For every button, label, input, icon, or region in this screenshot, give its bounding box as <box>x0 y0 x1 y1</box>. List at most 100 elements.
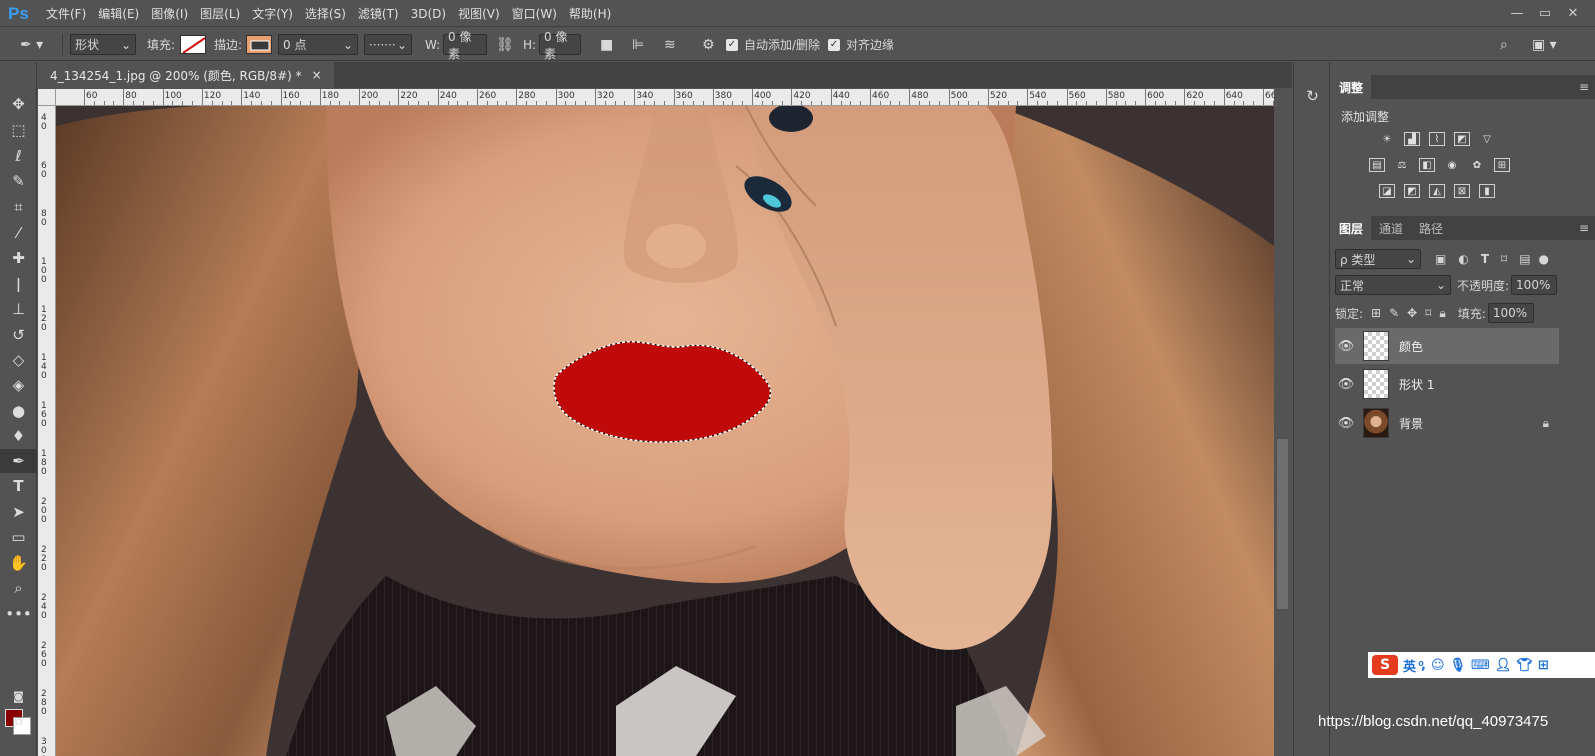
lock-image-icon[interactable]: ✎ <box>1389 306 1399 320</box>
lock-artboard-icon[interactable]: ⌑ <box>1425 306 1431 320</box>
workspace-icon[interactable]: ▣ ▾ <box>1532 34 1557 55</box>
eye-icon[interactable]: 👁︎ <box>1335 339 1357 354</box>
quick-selection-tool-icon[interactable]: ✎ <box>0 169 37 193</box>
tool-mode-select[interactable]: 形状 ⌄ <box>70 34 136 55</box>
eyedropper-tool-icon[interactable]: ⁄ <box>0 221 37 245</box>
menu-image[interactable]: 图像(I) <box>151 5 188 22</box>
punctuation-icon[interactable]: ͦ, <box>1421 657 1426 673</box>
brush-tool-icon[interactable]: ǀ <box>0 272 37 296</box>
opacity-input[interactable]: 100% <box>1511 275 1558 295</box>
dodge-tool-icon[interactable]: ♦ <box>0 424 37 448</box>
history-panel-icon[interactable]: ↻ <box>1294 84 1331 108</box>
lock-position-icon[interactable]: ✥ <box>1407 306 1417 320</box>
selective-color-icon[interactable]: ⊠ <box>1454 184 1470 198</box>
ime-language[interactable]: 英 <box>1403 656 1416 675</box>
pen-tool-preset-icon[interactable]: ✒ ▾ <box>20 34 43 55</box>
menu-filter[interactable]: 滤镜(T) <box>358 5 399 22</box>
stroke-swatch[interactable] <box>246 34 272 55</box>
color-lookup-icon[interactable]: ⊞ <box>1494 158 1510 172</box>
stroke-width-input[interactable]: 0 点 ⌄ <box>278 34 358 55</box>
pen-tool-icon[interactable]: ✒ <box>0 449 37 473</box>
eye-icon[interactable]: 👁︎ <box>1335 416 1357 431</box>
channel-mixer-icon[interactable]: ✿ <box>1469 158 1485 172</box>
menu-help[interactable]: 帮助(H) <box>569 5 611 22</box>
menu-file[interactable]: 文件(F) <box>46 5 86 22</box>
layer-row-shape[interactable]: 👁︎ 形状 1 <box>1335 366 1559 402</box>
filter-toggle-icon[interactable]: ● <box>1539 252 1549 266</box>
minimize-button[interactable]: — <box>1503 2 1531 24</box>
hand-tool-icon[interactable]: ✋ <box>0 551 37 575</box>
grid-icon[interactable]: ⊞ <box>1538 658 1549 673</box>
tab-adjustments[interactable]: 调整 <box>1331 75 1372 99</box>
close-tab-icon[interactable]: × <box>312 68 322 82</box>
menu-3d[interactable]: 3D(D) <box>411 7 446 21</box>
levels-icon[interactable]: ▟ <box>1404 132 1420 146</box>
layer-row-color[interactable]: 👁︎ 颜色 <box>1335 328 1559 364</box>
menu-edit[interactable]: 编辑(E) <box>98 5 139 22</box>
eye-icon[interactable]: 👁︎ <box>1335 377 1357 392</box>
fill-swatch[interactable] <box>180 34 206 55</box>
gear-icon[interactable]: ⚙ <box>702 34 715 55</box>
adjustment-filter-icon[interactable]: ◐ <box>1458 252 1468 266</box>
skin-icon[interactable]: 👕︎ <box>1516 658 1533 673</box>
maximize-button[interactable]: ▭ <box>1531 2 1559 24</box>
panel-menu-icon[interactable]: ≡ <box>1579 80 1589 94</box>
panel-menu-icon[interactable]: ≡ <box>1579 221 1589 235</box>
align-edges-checkbox[interactable]: ✓ 对齐边缘 <box>828 34 894 55</box>
shape-filter-icon[interactable]: ⌑ <box>1501 252 1507 266</box>
brightness-contrast-icon[interactable]: ☀ <box>1379 132 1395 146</box>
height-input[interactable]: 0 像素 <box>539 30 581 61</box>
eraser-tool-icon[interactable]: ◇ <box>0 348 37 372</box>
more-tools-icon[interactable]: ••• <box>0 602 37 626</box>
screen-mode-icon[interactable]: ⧉ <box>0 710 37 734</box>
emoji-icon[interactable]: ☺ <box>1431 658 1445 673</box>
paint-bucket-tool-icon[interactable]: ◈ <box>0 373 37 397</box>
curves-icon[interactable]: ⌇ <box>1429 132 1445 146</box>
sogou-logo[interactable]: S <box>1372 655 1398 675</box>
hue-saturation-icon[interactable]: ▤ <box>1369 158 1385 172</box>
scrollbar-thumb[interactable] <box>1277 439 1288 609</box>
menu-window[interactable]: 窗口(W) <box>512 5 557 22</box>
menu-view[interactable]: 视图(V) <box>458 5 500 22</box>
document-canvas[interactable] <box>56 106 1274 756</box>
lock-transparent-icon[interactable]: ⊞ <box>1371 306 1381 320</box>
smart-object-filter-icon[interactable]: ▤ <box>1519 252 1530 266</box>
layer-row-background[interactable]: 👁︎ 背景 🔒︎ <box>1335 405 1559 441</box>
blend-mode-select[interactable]: 正常 ⌄ <box>1335 275 1451 295</box>
close-button[interactable]: ✕ <box>1559 2 1587 24</box>
exposure-icon[interactable]: ◩ <box>1454 132 1470 146</box>
zoom-tool-icon[interactable]: ⌕ <box>0 576 37 600</box>
tab-layers[interactable]: 图层 <box>1331 216 1372 240</box>
layer-filter-select[interactable]: ρ 类型 ⌄ <box>1335 249 1421 269</box>
menu-select[interactable]: 选择(S) <box>305 5 346 22</box>
tab-paths[interactable]: 路径 <box>1411 216 1451 240</box>
posterize-icon[interactable]: ◩ <box>1404 184 1420 198</box>
path-alignment-icon[interactable]: ⊫ <box>632 34 644 55</box>
microphone-icon[interactable]: 🎙︎ <box>1450 658 1467 673</box>
path-selection-tool-icon[interactable]: ➤ <box>0 500 37 524</box>
fill-input[interactable]: 100% <box>1487 303 1534 323</box>
link-icon[interactable]: ⛓ <box>496 34 514 55</box>
invert-icon[interactable]: ◪ <box>1379 184 1395 198</box>
photo-filter-icon[interactable]: ◉ <box>1444 158 1460 172</box>
width-input[interactable]: 0 像素 <box>443 30 487 61</box>
black-white-icon[interactable]: ◧ <box>1419 158 1435 172</box>
vertical-scrollbar[interactable] <box>1274 89 1292 756</box>
rectangle-tool-icon[interactable]: ▭ <box>0 525 37 549</box>
search-icon[interactable]: ⌕ <box>1500 34 1508 55</box>
gradient-map-icon[interactable]: ▮ <box>1479 184 1495 198</box>
document-tab[interactable]: 4_134254_1.jpg @ 200% (颜色, RGB/8#) * × <box>38 62 334 88</box>
stroke-type-select[interactable]: ······· ⌄ <box>364 34 412 55</box>
lasso-tool-icon[interactable]: ℓ <box>0 144 37 168</box>
clone-stamp-tool-icon[interactable]: ⊥ <box>0 297 37 321</box>
path-arrangement-icon[interactable]: ≋ <box>664 34 676 55</box>
move-tool-icon[interactable]: ✥ <box>0 92 37 116</box>
path-operations-icon[interactable]: ■ <box>600 34 613 55</box>
healing-brush-tool-icon[interactable]: ✚ <box>0 246 37 270</box>
history-brush-tool-icon[interactable]: ↺ <box>0 323 37 347</box>
marquee-tool-icon[interactable]: ⬚ <box>0 118 37 142</box>
user-icon[interactable]: 👤︎ <box>1495 658 1512 673</box>
tab-channels[interactable]: 通道 <box>1371 216 1411 240</box>
blur-tool-icon[interactable]: ● <box>0 399 37 423</box>
quick-mask-icon[interactable]: ◙ <box>0 684 37 708</box>
